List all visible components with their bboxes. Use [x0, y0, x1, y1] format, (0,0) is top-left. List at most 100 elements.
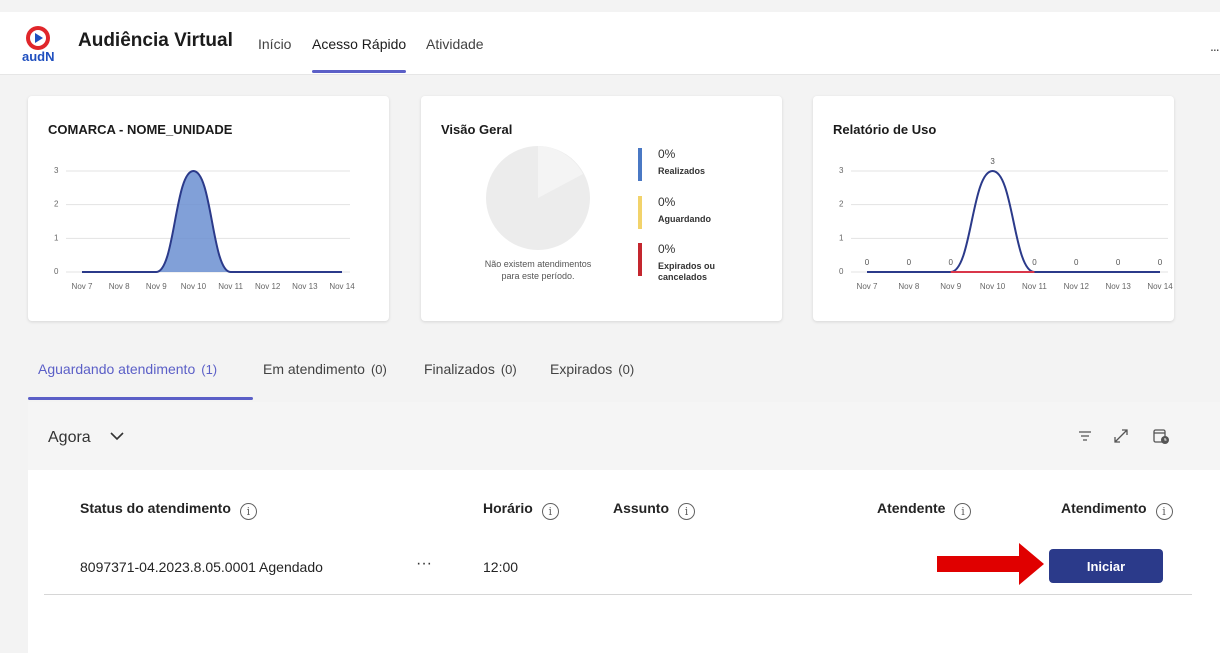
data-label: 0	[948, 258, 953, 267]
info-icon[interactable]: i	[1155, 503, 1173, 520]
y-tick-label: 2	[54, 200, 59, 209]
y-tick-label: 0	[839, 267, 844, 276]
info-icon[interactable]: i	[954, 503, 972, 520]
tab-aguardando[interactable]: Aguardando atendimento (1)	[38, 361, 217, 377]
legend-label-expirados-line2: cancelados	[658, 272, 707, 282]
tab-finalizados[interactable]: Finalizados (0)	[424, 361, 517, 377]
column-label: Horário	[483, 500, 533, 516]
more-options-button[interactable]: ...	[1210, 38, 1220, 54]
series-line	[866, 169, 1160, 273]
audn-logo: audN	[22, 26, 55, 64]
row-time: 12:00	[483, 559, 519, 575]
data-label: 0	[1116, 258, 1121, 267]
legend-swatch-expirados	[638, 243, 642, 276]
logo-text: audN	[22, 49, 55, 64]
chevron-down-icon[interactable]	[110, 431, 124, 441]
data-label: 0	[1158, 258, 1163, 267]
nav-tab-inicio[interactable]: Início	[258, 36, 291, 52]
x-tick-label: Nov 14	[1147, 282, 1173, 291]
start-button[interactable]: Iniciar	[1049, 549, 1163, 583]
x-tick-label: Nov 11	[218, 282, 243, 291]
data-label: 0	[907, 258, 912, 267]
tab-label: Expirados	[550, 361, 613, 377]
empty-message-line1: Não existem atendimentos	[485, 259, 592, 269]
y-tick-label: 0	[54, 267, 59, 276]
tab-em-atendimento[interactable]: Em atendimento (0)	[263, 361, 387, 377]
column-header-horario: Horário i	[483, 500, 559, 520]
row-divider	[44, 594, 1192, 595]
column-label: Atendimento	[1061, 500, 1147, 516]
status-tabs: Aguardando atendimento (1) Em atendimento…	[0, 345, 1220, 401]
legend-label-aguardando: Aguardando	[658, 214, 712, 224]
x-tick-label: Nov 9	[940, 282, 961, 291]
empty-message-line2: para este período.	[501, 271, 574, 281]
row-more-options-button[interactable]: ···	[416, 555, 432, 573]
info-icon[interactable]: i	[541, 503, 559, 520]
nav-active-indicator	[312, 70, 406, 73]
column-label: Assunto	[613, 500, 669, 516]
x-tick-label: Nov 11	[1022, 282, 1047, 291]
data-label: 0	[1074, 258, 1079, 267]
column-header-status: Status do atendimento i	[80, 500, 257, 520]
x-tick-label: Nov 10	[980, 282, 1006, 291]
info-icon[interactable]: i	[239, 503, 257, 520]
app-header: audN Audiência Virtual Início Acesso Ráp…	[0, 12, 1220, 75]
calendar-clock-icon[interactable]	[1152, 427, 1170, 445]
column-header-assunto: Assunto i	[613, 500, 695, 520]
tab-label: Aguardando atendimento	[38, 361, 196, 377]
legend-value-expirados: 0%	[658, 242, 676, 256]
panel-toolbar: Agora	[28, 402, 1220, 470]
tab-count: (0)	[500, 362, 517, 377]
x-tick-label: Nov 12	[1064, 282, 1090, 291]
x-tick-label: Nov 13	[292, 282, 318, 291]
legend-label-realizados: Realizados	[658, 166, 705, 176]
column-header-atendimento: Atendimento i	[1061, 500, 1173, 520]
y-tick-label: 1	[54, 233, 59, 242]
legend-swatch-aguardando	[638, 196, 642, 229]
legend-label-expirados: Expirados ou	[658, 261, 715, 271]
period-dropdown[interactable]: Agora	[48, 429, 91, 447]
x-tick-label: Nov 12	[255, 282, 281, 291]
x-tick-label: Nov 9	[146, 282, 167, 291]
filter-icon[interactable]	[1076, 427, 1094, 445]
unit-area-chart: 0 1 2 3 Nov 7 Nov 8 Nov 9 Nov 10 Nov 11 Nov 12 Nov…	[54, 166, 355, 291]
usage-report-card: Relatório de Uso 0 1 2 3 Nov 7 Nov 8 Nov 9 Nov …	[813, 96, 1174, 321]
tab-expirados[interactable]: Expirados (0)	[550, 361, 634, 377]
y-tick-label: 2	[839, 200, 844, 209]
column-label: Status do atendimento	[80, 500, 231, 516]
tab-active-indicator	[28, 397, 253, 400]
data-label: 0	[865, 258, 870, 267]
y-tick-label: 3	[54, 166, 59, 175]
x-tick-label: Nov 13	[1105, 282, 1131, 291]
nav-tab-atividade[interactable]: Atividade	[426, 36, 484, 52]
info-icon[interactable]: i	[678, 503, 695, 520]
y-tick-label: 3	[839, 166, 844, 175]
overview-pie-chart: Não existem atendimentos para este perío…	[485, 146, 715, 282]
usage-line-chart: 0 1 2 3 Nov 7 Nov 8 Nov 9 Nov 10 Nov 11 Nov 12 Nov…	[839, 157, 1173, 291]
x-tick-label: Nov 7	[857, 282, 878, 291]
tab-count: (1)	[201, 362, 218, 377]
tab-label: Finalizados	[424, 361, 495, 377]
tab-count: (0)	[618, 362, 635, 377]
data-label: 3	[990, 157, 995, 166]
attendance-panel: Agora Status do atendimento i Horário i As…	[28, 402, 1220, 653]
x-tick-label: Nov 8	[109, 282, 130, 291]
legend-value-aguardando: 0%	[658, 195, 676, 209]
x-tick-label: Nov 8	[898, 282, 919, 291]
legend-swatch-realizados	[638, 148, 642, 181]
nav-tab-acesso-rapido[interactable]: Acesso Rápido	[312, 36, 406, 52]
tab-label: Em atendimento	[263, 361, 365, 377]
expand-icon[interactable]	[1112, 427, 1130, 445]
column-header-atendente: Atendente i	[877, 500, 972, 520]
red-arrow-annotation	[937, 543, 1044, 585]
tab-count: (0)	[370, 362, 387, 377]
legend-value-realizados: 0%	[658, 147, 676, 161]
x-tick-label: Nov 10	[181, 282, 207, 291]
data-label: 0	[1032, 258, 1037, 267]
overview-card: Visão Geral Não existem atendimentos par…	[421, 96, 782, 321]
unit-chart-card: COMARCA - NOME_UNIDADE 0 1 2 3 Nov 7 Nov 8 Nov…	[28, 96, 389, 321]
x-tick-label: Nov 14	[329, 282, 355, 291]
x-tick-label: Nov 7	[72, 282, 93, 291]
row-status: 8097371-04.2023.8.05.0001 Agendado	[80, 559, 323, 575]
app-title: Audiência Virtual	[78, 30, 233, 51]
